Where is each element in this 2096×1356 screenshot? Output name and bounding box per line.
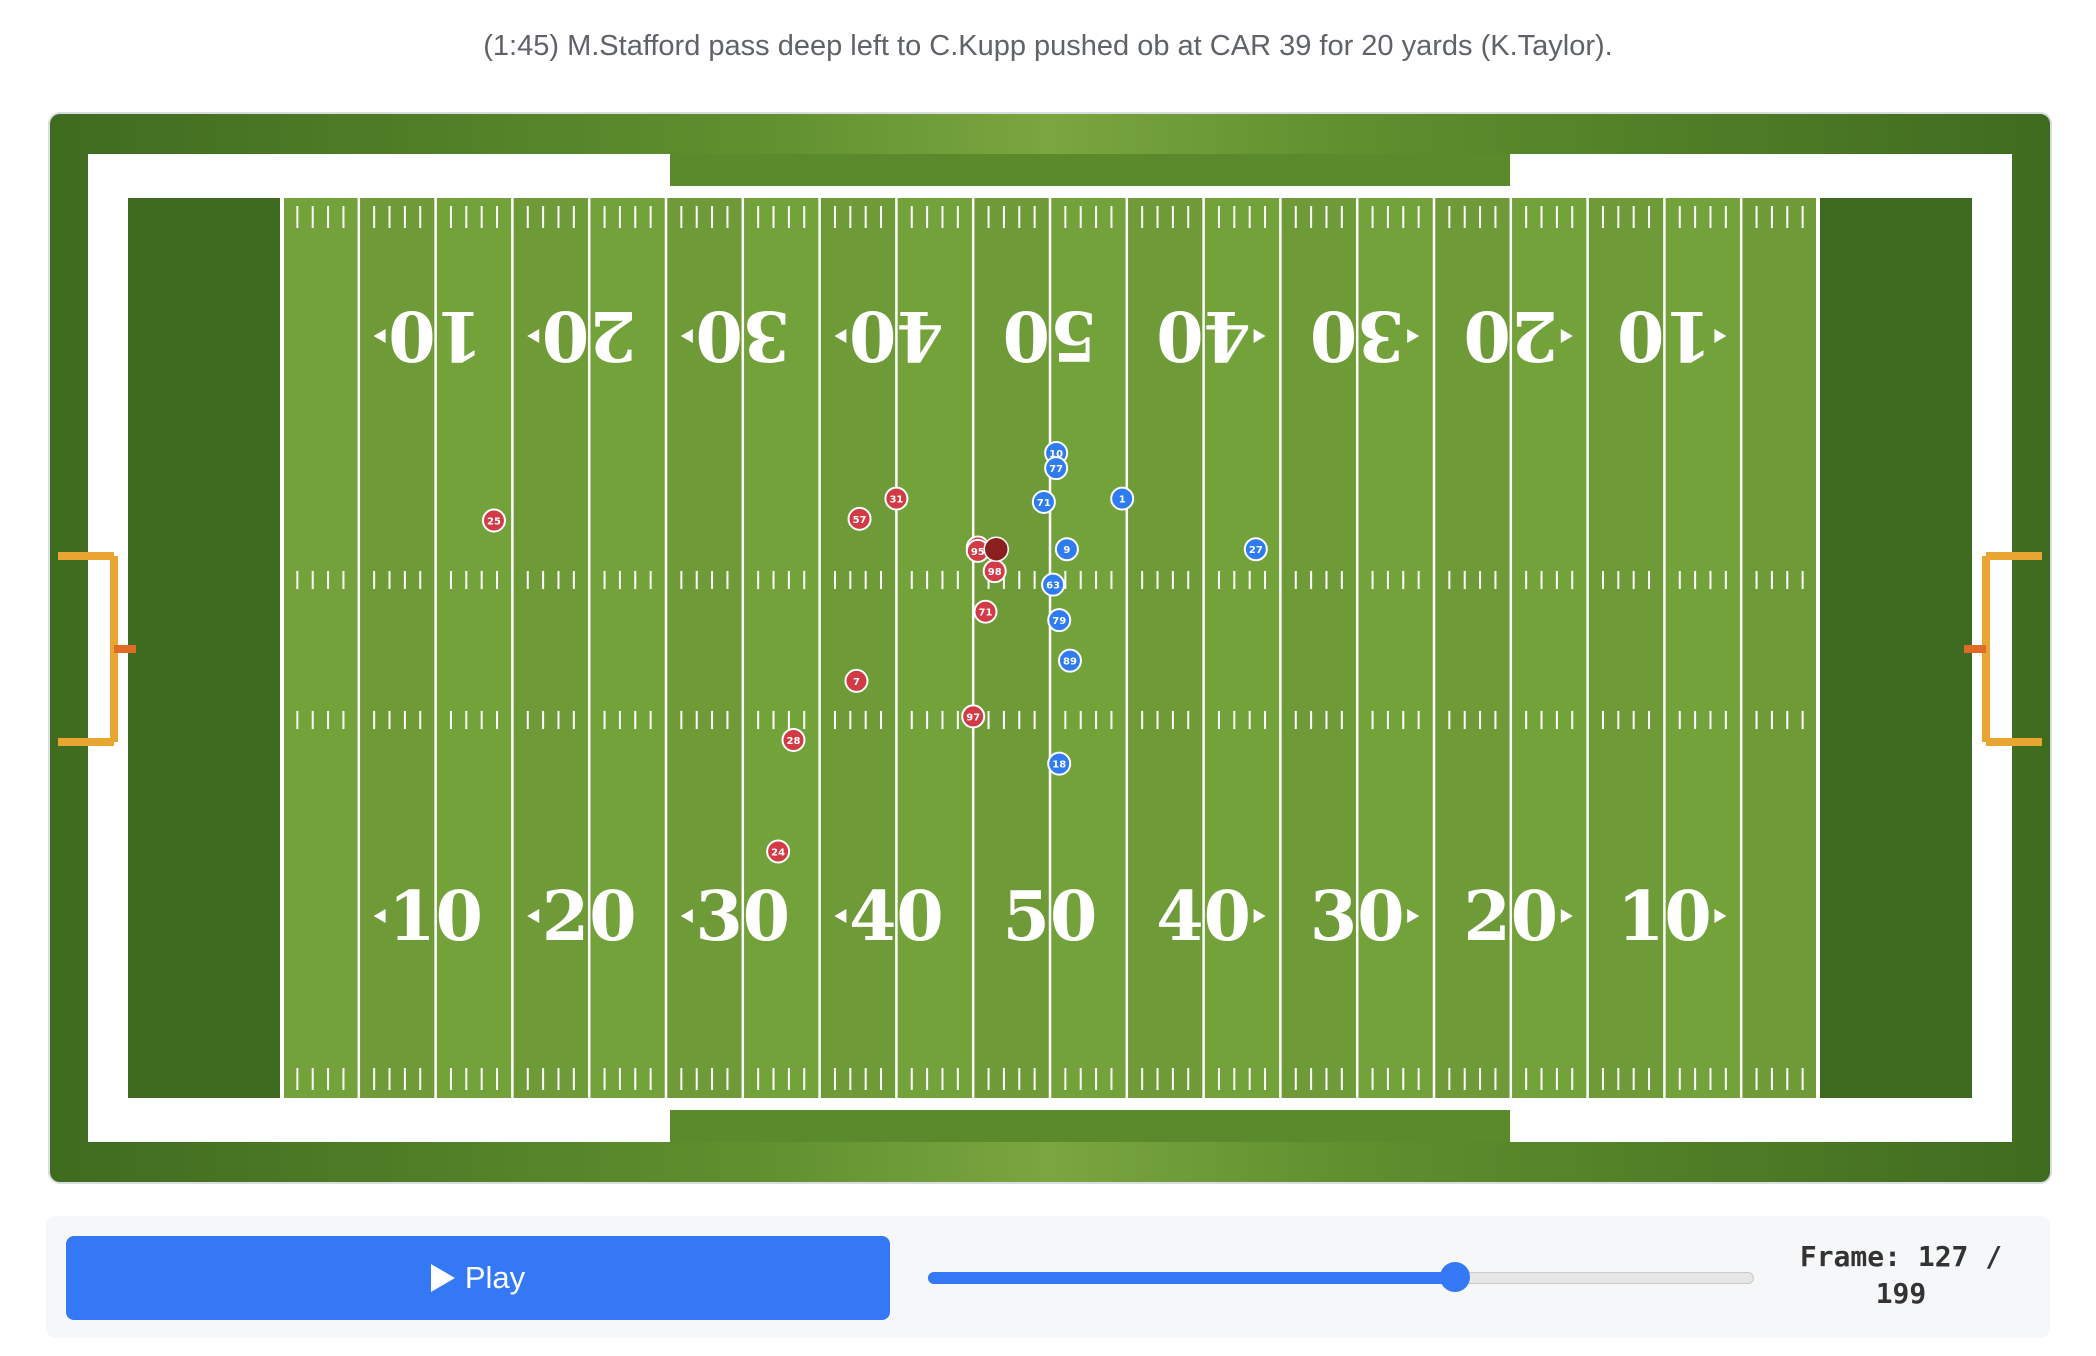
top-bench-area	[670, 154, 1510, 186]
defense-player: 7	[844, 668, 869, 693]
defense-player-number: 71	[979, 608, 993, 619]
yard-number-top: 40	[849, 295, 944, 375]
offense-player-number: 18	[1052, 760, 1066, 771]
offense-player: 77	[1044, 456, 1069, 481]
offense-player: 79	[1047, 608, 1072, 633]
yard-number-top: 10	[1617, 295, 1712, 375]
right-endzone	[1818, 198, 1972, 1098]
defense-player-number: 97	[966, 712, 980, 723]
offense-player: 89	[1057, 648, 1082, 673]
defense-player: 98	[982, 559, 1007, 584]
yard-number-bottom: 50	[1003, 877, 1098, 957]
slider-thumb[interactable]	[1440, 1262, 1471, 1292]
yard-number-bottom: 20	[542, 877, 637, 957]
defense-player: 97	[961, 704, 986, 729]
play-description: (1:45) M.Stafford pass deep left to C.Ku…	[483, 30, 1613, 62]
yard-number-top: 20	[542, 295, 637, 375]
yard-number-bottom: 40	[1156, 877, 1251, 957]
offense-player-number: 9	[1063, 545, 1070, 556]
yard-number-bottom: 10	[388, 877, 483, 957]
offense-player: 71	[1031, 489, 1056, 514]
bottom-bench-area	[670, 1110, 1510, 1142]
defense-player: 57	[847, 506, 872, 531]
defense-player: 71	[973, 599, 998, 624]
defense-player-number: 25	[487, 517, 501, 528]
frame-slider[interactable]	[928, 1262, 1754, 1292]
defense-player: 31	[884, 486, 909, 511]
defense-player-number: 57	[853, 515, 867, 526]
yard-number-top: 30	[695, 295, 790, 375]
offense-player: 63	[1041, 572, 1066, 597]
offense-player: 9	[1054, 537, 1079, 562]
yard-number-bottom: 20	[1463, 877, 1558, 957]
defense-player-number: 28	[787, 736, 801, 747]
frame-counter: Frame: 127 / 199	[1799, 1240, 2003, 1310]
yard-number-top: 10	[388, 295, 483, 375]
offense-player-number: 77	[1049, 464, 1063, 475]
playback-controls: Play Frame: 127 / 199	[46, 1216, 2050, 1338]
offense-player-number: 27	[1249, 545, 1263, 556]
yard-number-top: 20	[1463, 295, 1558, 375]
offense-player-number: 1	[1119, 495, 1126, 506]
defense-player-number: 95	[971, 547, 985, 558]
yard-number-bottom: 30	[1310, 877, 1405, 957]
defense-player-number: 31	[889, 495, 903, 506]
play-icon	[430, 1264, 455, 1292]
left-endzone	[128, 198, 282, 1098]
field-canvas: 10 10 20 20 30 30 40 40 50 50 40 40 30 30 20 20 10 10 28 31…	[58, 154, 2042, 1142]
play-button-label: Play	[464, 1260, 526, 1295]
football	[983, 536, 1009, 562]
yard-number-bottom: 30	[695, 877, 790, 957]
football-field: 10 10 20 20 30 30 40 40 50 50 40 40 30 30 20 20 10 10 28 31…	[48, 112, 2052, 1184]
defense-player-number: 7	[853, 677, 860, 688]
yard-number-bottom: 10	[1617, 877, 1712, 957]
defense-player-number: 98	[988, 567, 1002, 578]
turf-stripe	[282, 198, 359, 1098]
defense-player: 25	[481, 508, 506, 533]
slider-fill	[928, 1272, 1456, 1284]
offense-player-number: 71	[1037, 498, 1051, 509]
yard-number-top: 40	[1156, 295, 1251, 375]
offense-player: 1	[1110, 486, 1135, 511]
offense-player-number: 79	[1052, 616, 1066, 627]
offense-player-number: 63	[1046, 581, 1060, 592]
defense-player: 24	[766, 839, 791, 864]
yard-number-top: 50	[1003, 295, 1098, 375]
offense-player: 27	[1243, 537, 1268, 562]
defense-player: 28	[781, 728, 806, 753]
yard-number-top: 30	[1310, 295, 1405, 375]
defense-player-number: 24	[771, 847, 785, 858]
offense-player: 18	[1047, 751, 1072, 776]
play-button[interactable]: Play	[66, 1236, 890, 1320]
offense-player-number: 89	[1063, 657, 1077, 668]
yard-number-bottom: 40	[849, 877, 944, 957]
